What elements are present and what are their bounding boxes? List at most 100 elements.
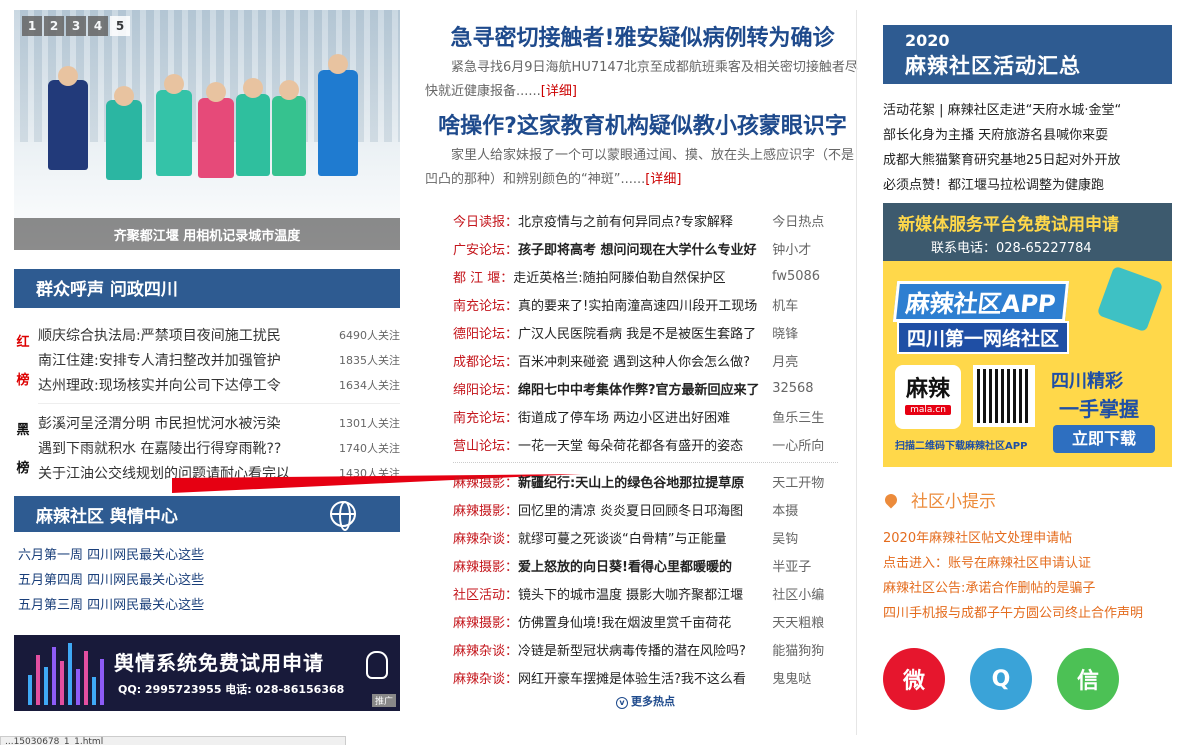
list-item[interactable]: 遇到下雨就积水 在嘉陵出行得穿雨靴?? 1740人关注 [38, 435, 400, 460]
tip-link[interactable]: 2020年麻辣社区帖文处理申请帖 [883, 526, 1172, 551]
list-item[interactable]: 顺庆综合执法局:严禁项目夜间施工扰民 6490人关注 [38, 322, 400, 347]
news-category[interactable]: 麻辣杂谈： [453, 528, 518, 547]
news-row[interactable]: 南充论坛： 真的要来了!实拍南潼高速四川段开工现场 机车 [453, 290, 838, 318]
news-row[interactable]: 德阳论坛： 广汉人民医院看病 我是不是被医生套路了 晓锋 [453, 318, 838, 346]
news-title[interactable]: 镜头下的城市温度 摄影大咖齐聚都江堰 [518, 584, 772, 603]
news-category[interactable]: 麻辣摄影： [453, 556, 518, 575]
news-author[interactable]: 本摄 [772, 500, 838, 519]
news-title[interactable]: 冷链是新型冠状病毒传播的潜在风险吗? [518, 640, 772, 659]
opinion-center-title[interactable]: 麻辣社区 舆情中心 [36, 502, 178, 527]
activity-link[interactable]: 部长化身为主播 天府旅游名县喊你来耍 [883, 123, 1172, 148]
tip-link[interactable]: 麻辣社区公告:承诺合作删帖的是骗子 [883, 576, 1172, 601]
opinion-link[interactable]: 五月第四周 四川网民最关心这些 [14, 568, 400, 593]
list-item[interactable]: 达州理政:现场核实并向公司下达停工令 1634人关注 [38, 372, 400, 397]
news-title[interactable]: 北京疫情与之前有何异同点?专家解释 [518, 211, 772, 230]
news-author[interactable]: 鱼乐三生 [772, 407, 838, 426]
news-author[interactable]: 机车 [772, 295, 838, 314]
news-author[interactable]: 今日热点 [772, 211, 838, 230]
news-row[interactable]: 麻辣摄影： 爱上怒放的向日葵!看得心里都暖暖的 半亚子 [453, 551, 838, 579]
tip-link[interactable]: 点击进入：账号在麻辣社区申请认证 [883, 551, 1172, 576]
news-category[interactable]: 麻辣摄影： [453, 612, 518, 631]
weibo-icon[interactable]: 微 [883, 648, 945, 710]
slide-page-1[interactable]: 1 [22, 16, 42, 36]
news-row[interactable]: 社区活动： 镜头下的城市温度 摄影大咖齐聚都江堰 社区小编 [453, 579, 838, 607]
news-row[interactable]: 成都论坛： 百米冲刺来碰瓷 遇到这种人你会怎么做? 月亮 [453, 346, 838, 374]
download-button[interactable]: 立即下载 [1053, 425, 1155, 453]
headline-2-title[interactable]: 啥操作?这家教育机构疑似教小孩蒙眼识字 [425, 110, 860, 144]
news-title[interactable]: 百米冲刺来碰瓷 遇到这种人你会怎么做? [518, 351, 772, 370]
news-row[interactable]: 营山论坛： 一花一天堂 每朵荷花都各有盛开的姿态 一心所向 [453, 430, 838, 458]
news-author[interactable]: 能猫狗狗 [772, 640, 838, 659]
news-title[interactable]: 广汉人民医院看病 我是不是被医生套路了 [518, 323, 772, 342]
news-category[interactable]: 麻辣摄影： [453, 472, 518, 491]
headline-2-more-link[interactable]: [详细] [645, 172, 681, 187]
news-category[interactable]: 绵阳论坛： [453, 379, 518, 398]
list-item-title[interactable]: 顺庆综合执法局:严禁项目夜间施工扰民 [38, 325, 318, 345]
news-row[interactable]: 都 江 堰： 走近英格兰:随拍阿滕伯勒自然保护区 fw5086 [453, 262, 838, 290]
list-item-title[interactable]: 彭溪河呈泾渭分明 市民担忧河水被污染 [38, 413, 318, 433]
tip-link[interactable]: 四川手机报与成都子午方圆公司终止合作声明 [883, 601, 1172, 626]
news-row[interactable]: 麻辣摄影： 仿佛置身仙境!我在烟波里赏千亩荷花 天天粗粮 [453, 607, 838, 635]
news-author[interactable]: 月亮 [772, 351, 838, 370]
news-category[interactable]: 南充论坛： [453, 407, 518, 426]
list-item-title[interactable]: 达州理政:现场核实并向公司下达停工令 [38, 375, 318, 395]
photo-slider[interactable]: 1 2 3 4 5 齐聚都江堰 用相机记录城市温度 [14, 10, 400, 250]
news-category[interactable]: 麻辣杂谈： [453, 640, 518, 659]
slide-page-2[interactable]: 2 [44, 16, 64, 36]
news-author[interactable]: 鬼鬼哒 [772, 668, 838, 687]
slide-caption[interactable]: 齐聚都江堰 用相机记录城市温度 [14, 218, 400, 250]
activity-header[interactable]: 2020 麻辣社区活动汇总 [883, 25, 1172, 84]
news-row[interactable]: 麻辣摄影： 回忆里的清凉 炎炎夏日回顾冬日邛海图 本摄 [453, 495, 838, 523]
news-title[interactable]: 走近英格兰:随拍阿滕伯勒自然保护区 [513, 267, 768, 286]
news-category[interactable]: 广安论坛： [453, 239, 518, 258]
news-title[interactable]: 绵阳七中中考集体作弊?官方最新回应来了 [518, 379, 772, 398]
activity-link[interactable]: 成都大熊猫繁育研究基地25日起对外开放 [883, 148, 1172, 173]
news-author[interactable]: fw5086 [772, 269, 838, 284]
news-category[interactable]: 麻辣杂谈： [453, 668, 518, 687]
news-author[interactable]: 吴钩 [772, 528, 838, 547]
activity-link[interactable]: 活动花絮 | 麻辣社区走进“天府水城·金堂“ [883, 98, 1172, 123]
news-row[interactable]: 今日读报： 北京疫情与之前有何异同点?专家解释 今日热点 [453, 206, 838, 234]
app-download-ad[interactable]: 麻辣社区APP 四川第一网络社区 麻辣 mala.cn 四川精彩 一手掌握 立即… [883, 261, 1172, 467]
list-item-title[interactable]: 南江住建:安排专人清扫整改并加强管护 [38, 350, 318, 370]
news-title[interactable]: 街道成了停车场 两边小区进出好困难 [518, 407, 772, 426]
news-category[interactable]: 南充论坛： [453, 295, 518, 314]
list-item[interactable]: 南江住建:安排专人清扫整改并加强管护 1835人关注 [38, 347, 400, 372]
new-media-ad[interactable]: 新媒体服务平台免费试用申请 联系电话：028-65227784 [883, 203, 1172, 261]
opinion-link[interactable]: 六月第一周 四川网民最关心这些 [14, 543, 400, 568]
news-category[interactable]: 麻辣摄影： [453, 500, 518, 519]
news-category[interactable]: 德阳论坛： [453, 323, 518, 342]
news-title[interactable]: 回忆里的清凉 炎炎夏日回顾冬日邛海图 [518, 500, 772, 519]
people-voice-title[interactable]: 群众呼声 问政四川 [36, 275, 178, 300]
news-author[interactable]: 天天粗粮 [772, 612, 838, 631]
news-category[interactable]: 都 江 堰： [453, 267, 513, 286]
news-category[interactable]: 营山论坛： [453, 435, 518, 454]
news-row[interactable]: 广安论坛： 孩子即将高考 想问问现在大学什么专业好 钟小才 [453, 234, 838, 262]
wechat-icon[interactable]: 信 [1057, 648, 1119, 710]
news-title[interactable]: 就缪可蔓之死谈谈“白骨精”与正能量 [518, 528, 772, 547]
news-author[interactable]: 一心所向 [772, 435, 838, 454]
headline-1-more-link[interactable]: [详细] [541, 84, 577, 99]
news-title[interactable]: 一花一天堂 每朵荷花都各有盛开的姿态 [518, 435, 772, 454]
list-item-title[interactable]: 遇到下雨就积水 在嘉陵出行得穿雨靴?? [38, 438, 318, 458]
news-row[interactable]: 麻辣杂谈： 冷链是新型冠状病毒传播的潜在风险吗? 能猫狗狗 [453, 635, 838, 663]
news-title[interactable]: 孩子即将高考 想问问现在大学什么专业好 [518, 239, 772, 258]
news-row[interactable]: 绵阳论坛： 绵阳七中中考集体作弊?官方最新回应来了 32568 [453, 374, 838, 402]
news-category[interactable]: 社区活动： [453, 584, 518, 603]
news-category[interactable]: 成都论坛： [453, 351, 518, 370]
opinion-system-ad[interactable]: 舆情系统免费试用申请 QQ: 2995723955 电话: 028-861563… [14, 635, 400, 711]
news-category[interactable]: 今日读报： [453, 211, 518, 230]
news-title[interactable]: 仿佛置身仙境!我在烟波里赏千亩荷花 [518, 612, 772, 631]
news-author[interactable]: 钟小才 [772, 239, 838, 258]
list-item[interactable]: 彭溪河呈泾渭分明 市民担忧河水被污染 1301人关注 [38, 410, 400, 435]
news-author[interactable]: 天工开物 [772, 472, 838, 491]
opinion-link[interactable]: 五月第三周 四川网民最关心这些 [14, 593, 400, 618]
news-row[interactable]: 麻辣杂谈： 网红开豪车摆摊是体验生活?我不这么看 鬼鬼哒 [453, 663, 838, 691]
news-title[interactable]: 网红开豪车摆摊是体验生活?我不这么看 [518, 668, 772, 687]
news-author[interactable]: 社区小编 [772, 584, 838, 603]
slide-page-5[interactable]: 5 [110, 16, 130, 36]
slide-page-3[interactable]: 3 [66, 16, 86, 36]
headline-1-title[interactable]: 急寻密切接触者!雅安疑似病例转为确诊 [425, 22, 860, 56]
news-author[interactable]: 半亚子 [772, 556, 838, 575]
more-hot-link[interactable]: v 更多热点 [453, 693, 838, 709]
